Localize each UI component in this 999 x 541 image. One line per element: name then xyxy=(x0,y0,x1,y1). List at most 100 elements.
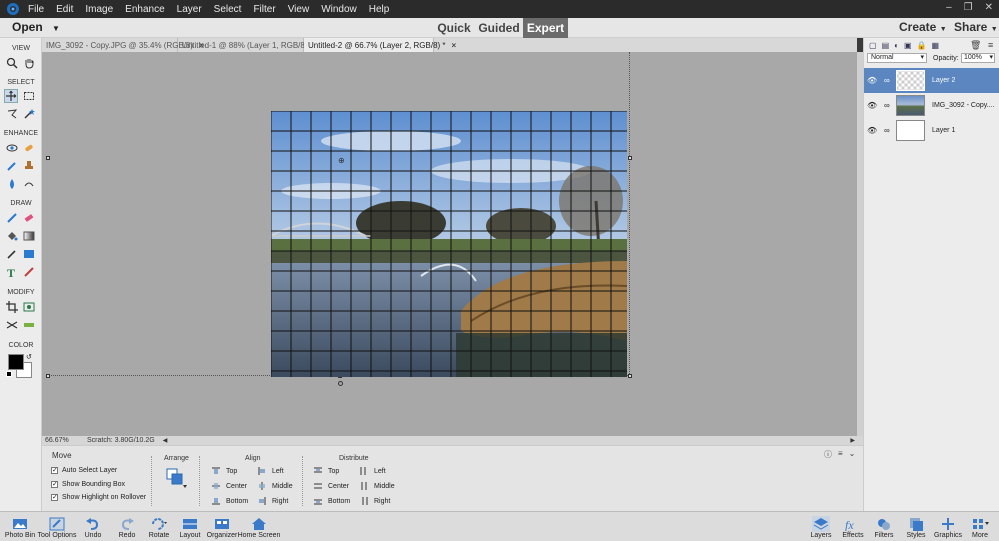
transform-handle[interactable] xyxy=(628,156,632,160)
zoom-level[interactable]: 66.67% xyxy=(45,437,73,444)
organizer-button[interactable]: Organizer xyxy=(202,515,242,539)
collapse-icon[interactable]: ⌄ xyxy=(849,449,856,460)
brush-tool-icon[interactable] xyxy=(5,211,19,225)
layer-row[interactable]: 👁 ∞ IMG_3092 - Copy.... xyxy=(864,93,999,118)
panel-menu-icon[interactable]: ≡ xyxy=(838,449,843,460)
photo-bin-button[interactable]: Photo Bin xyxy=(0,515,40,539)
shape-tool-icon[interactable] xyxy=(22,247,36,261)
layer-mask-icon[interactable]: ▣ xyxy=(904,41,912,50)
transform-handle[interactable] xyxy=(628,374,632,378)
menu-file[interactable]: File xyxy=(22,4,50,15)
move-tool-icon[interactable] xyxy=(4,89,18,103)
link-icon[interactable]: ∞ xyxy=(884,76,890,85)
distribute-left-button[interactable]: Left xyxy=(360,467,386,475)
transform-handle[interactable] xyxy=(46,156,50,160)
distribute-top-button[interactable]: Top xyxy=(314,467,339,475)
auto-select-layer-checkbox[interactable]: ✓ Auto Select Layer xyxy=(51,467,117,474)
tool-options-button[interactable]: Tool Options xyxy=(37,515,77,539)
hand-tool-icon[interactable] xyxy=(22,56,36,70)
zoom-tool-icon[interactable] xyxy=(5,56,19,70)
new-layer-icon[interactable]: ▢ xyxy=(869,41,877,50)
menu-layer[interactable]: Layer xyxy=(171,4,208,15)
transform-handle[interactable] xyxy=(46,374,50,378)
menu-help[interactable]: Help xyxy=(363,4,396,15)
clone-stamp-icon[interactable] xyxy=(22,159,36,173)
eraser-tool-icon[interactable] xyxy=(22,211,36,225)
menu-select[interactable]: Select xyxy=(208,4,248,15)
mode-tab-expert[interactable]: Expert xyxy=(523,18,568,38)
blend-mode-select[interactable]: Normal ▾ xyxy=(867,53,927,63)
align-bottom-button[interactable]: Bottom xyxy=(212,497,248,505)
panel-menu-icon[interactable]: ≡ xyxy=(988,40,993,50)
distribute-right-button[interactable]: Right xyxy=(360,497,390,505)
swap-colors-icon[interactable]: ↺ xyxy=(26,353,32,361)
link-icon[interactable]: ∞ xyxy=(884,126,890,135)
delete-layer-icon[interactable]: 🗑 xyxy=(970,40,981,51)
minimize-icon[interactable]: – xyxy=(946,2,952,13)
close-icon[interactable]: × xyxy=(452,41,457,50)
type-tool-icon[interactable]: T xyxy=(5,265,19,279)
adjustment-layer-icon[interactable]: ◐ xyxy=(894,41,899,50)
menu-view[interactable]: View xyxy=(282,4,316,15)
align-right-button[interactable]: Right xyxy=(258,497,288,505)
red-eye-icon[interactable] xyxy=(5,141,19,155)
menu-image[interactable]: Image xyxy=(79,4,119,15)
create-menu[interactable]: Create ▼ xyxy=(899,20,947,34)
marquee-tool-icon[interactable] xyxy=(22,89,36,103)
visibility-eye-icon[interactable]: 👁 xyxy=(867,101,877,110)
home-screen-button[interactable]: Home Screen xyxy=(237,515,281,539)
pencil-tool-icon[interactable] xyxy=(22,265,36,279)
crop-tool-icon[interactable] xyxy=(5,300,19,314)
menu-filter[interactable]: Filter xyxy=(247,4,281,15)
distribute-middle-button[interactable]: Middle xyxy=(360,482,395,490)
close-window-icon[interactable]: ✕ xyxy=(985,2,993,13)
lock-transparent-icon[interactable]: ▦ xyxy=(932,41,940,50)
distribute-center-button[interactable]: Center xyxy=(314,482,349,490)
doc-tab[interactable]: Untitled-1 @ 88% (Layer 1, RGB/8) *× xyxy=(178,38,324,52)
smart-brush-icon[interactable] xyxy=(5,159,19,173)
straighten-tool-icon[interactable] xyxy=(22,318,36,332)
layer-row[interactable]: 👁 ∞ Layer 2 xyxy=(864,68,999,93)
align-middle-button[interactable]: Middle xyxy=(258,482,293,490)
paint-bucket-icon[interactable] xyxy=(5,229,19,243)
align-center-button[interactable]: Center xyxy=(212,482,247,490)
sponge-tool-icon[interactable] xyxy=(22,177,36,191)
share-menu[interactable]: Share ▼ xyxy=(954,20,998,34)
help-icon[interactable]: ⓘ xyxy=(824,449,832,460)
new-group-icon[interactable]: ▤ xyxy=(882,41,890,50)
recompose-tool-icon[interactable] xyxy=(22,300,36,314)
content-aware-move-icon[interactable] xyxy=(5,318,19,332)
visibility-eye-icon[interactable]: 👁 xyxy=(867,126,877,135)
menu-edit[interactable]: Edit xyxy=(50,4,79,15)
distribute-bottom-button[interactable]: Bottom xyxy=(314,497,350,505)
align-left-button[interactable]: Left xyxy=(258,467,284,475)
scroll-right-icon[interactable]: ▶ xyxy=(850,437,855,444)
menu-window[interactable]: Window xyxy=(315,4,363,15)
menu-enhance[interactable]: Enhance xyxy=(119,4,170,15)
doc-tab[interactable]: IMG_3092 - Copy.JPG @ 35.4% (RGB/8) × xyxy=(42,38,204,52)
mode-tab-quick[interactable]: Quick xyxy=(434,18,474,38)
lasso-tool-icon[interactable] xyxy=(5,107,19,121)
default-colors-icon[interactable] xyxy=(6,371,12,377)
gradient-tool-icon[interactable] xyxy=(22,229,36,243)
restore-icon[interactable]: ❐ xyxy=(964,2,973,13)
arrange-button[interactable] xyxy=(165,467,187,488)
layer-row[interactable]: 👁 ∞ Layer 1 xyxy=(864,118,999,143)
show-highlight-checkbox[interactable]: ✓ Show Highlight on Rollover xyxy=(51,494,146,501)
doc-tab-active[interactable]: Untitled-2 @ 66.7% (Layer 2, RGB/8) * × xyxy=(304,38,456,52)
rotate-handle[interactable] xyxy=(338,381,343,386)
healing-brush-icon[interactable] xyxy=(22,141,36,155)
visibility-eye-icon[interactable]: 👁 xyxy=(867,76,877,85)
mode-tab-guided[interactable]: Guided xyxy=(478,18,520,38)
magic-wand-icon[interactable] xyxy=(22,107,36,121)
show-bounding-box-checkbox[interactable]: ✓ Show Bounding Box xyxy=(51,481,125,488)
link-icon[interactable]: ∞ xyxy=(884,101,890,110)
open-button[interactable]: Open ▼ xyxy=(12,20,60,34)
eyedropper-icon[interactable] xyxy=(5,247,19,261)
opacity-input[interactable]: 100% ▾ xyxy=(961,53,995,63)
canvas-area[interactable]: ⊕ xyxy=(42,52,857,436)
align-top-button[interactable]: Top xyxy=(212,467,237,475)
scroll-left-icon[interactable]: ◀ xyxy=(163,437,168,444)
document-image[interactable] xyxy=(271,111,627,377)
lock-all-icon[interactable]: 🔒 xyxy=(917,41,927,50)
